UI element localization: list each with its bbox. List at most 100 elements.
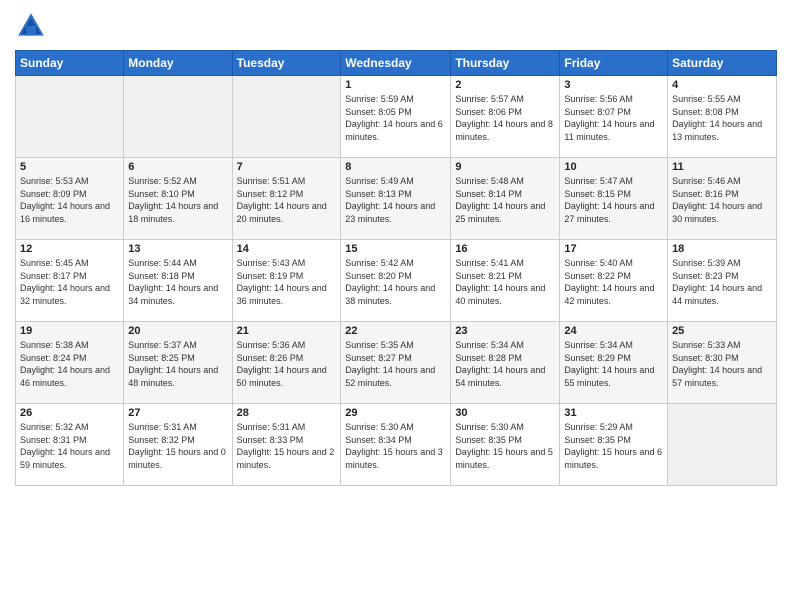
calendar-cell: 17 Sunrise: 5:40 AMSunset: 8:22 PMDayligh… — [560, 240, 668, 322]
day-number: 28 — [237, 407, 337, 419]
calendar-cell: 7 Sunrise: 5:51 AMSunset: 8:12 PMDaylight… — [232, 158, 341, 240]
calendar-cell: 25 Sunrise: 5:33 AMSunset: 8:30 PMDayligh… — [668, 322, 777, 404]
day-info: Sunrise: 5:43 AMSunset: 8:19 PMDaylight:… — [237, 257, 337, 307]
calendar-cell: 5Sunrise: 5:53 AMSunset: 8:09 PMDaylight… — [16, 158, 124, 240]
calendar-cell: 30 Sunrise: 5:30 AMSunset: 8:35 PMDayligh… — [451, 404, 560, 486]
day-number: 19 — [20, 325, 119, 337]
day-number: 31 — [564, 407, 663, 419]
page: SundayMondayTuesdayWednesdayThursdayFrid… — [0, 0, 792, 612]
day-number: 24 — [564, 325, 663, 337]
calendar-week: 19Sunrise: 5:38 AMSunset: 8:24 PMDayligh… — [16, 322, 777, 404]
day-info: Sunrise: 5:34 AMSunset: 8:29 PMDaylight:… — [564, 339, 663, 389]
day-number: 30 — [455, 407, 555, 419]
calendar-cell: 18 Sunrise: 5:39 AMSunset: 8:23 PMDayligh… — [668, 240, 777, 322]
day-info: Sunrise: 5:46 AMSunset: 8:16 PMDaylight:… — [672, 175, 772, 225]
day-number: 7 — [237, 161, 337, 173]
header-row: SundayMondayTuesdayWednesdayThursdayFrid… — [16, 51, 777, 76]
calendar-cell: 27 Sunrise: 5:31 AMSunset: 8:32 PMDayligh… — [124, 404, 232, 486]
calendar-cell — [668, 404, 777, 486]
calendar-cell: 13 Sunrise: 5:44 AMSunset: 8:18 PMDayligh… — [124, 240, 232, 322]
day-info: Sunrise: 5:42 AMSunset: 8:20 PMDaylight:… — [345, 257, 446, 307]
day-number: 13 — [128, 243, 227, 255]
day-info: Sunrise: 5:45 AMSunset: 8:17 PMDaylight:… — [20, 257, 119, 307]
calendar-cell: 10 Sunrise: 5:47 AMSunset: 8:15 PMDayligh… — [560, 158, 668, 240]
day-info: Sunrise: 5:41 AMSunset: 8:21 PMDaylight:… — [455, 257, 555, 307]
day-info: Sunrise: 5:52 AMSunset: 8:10 PMDaylight:… — [128, 175, 227, 225]
day-info: Sunrise: 5:32 AMSunset: 8:31 PMDaylight:… — [20, 421, 119, 471]
day-number: 1 — [345, 79, 446, 91]
calendar-cell: 9 Sunrise: 5:48 AMSunset: 8:14 PMDaylight… — [451, 158, 560, 240]
header-day: Wednesday — [341, 51, 451, 76]
day-number: 18 — [672, 243, 772, 255]
calendar-cell: 20 Sunrise: 5:37 AMSunset: 8:25 PMDayligh… — [124, 322, 232, 404]
calendar-cell: 26Sunrise: 5:32 AMSunset: 8:31 PMDayligh… — [16, 404, 124, 486]
calendar-cell: 3Sunrise: 5:56 AMSunset: 8:07 PMDaylight… — [560, 76, 668, 158]
day-number: 17 — [564, 243, 663, 255]
calendar-cell: 15 Sunrise: 5:42 AMSunset: 8:20 PMDayligh… — [341, 240, 451, 322]
day-number: 2 — [455, 79, 555, 91]
calendar-cell: 22Sunrise: 5:35 AMSunset: 8:27 PMDayligh… — [341, 322, 451, 404]
day-number: 23 — [455, 325, 555, 337]
logo-icon — [15, 10, 47, 42]
day-info: Sunrise: 5:31 AMSunset: 8:32 PMDaylight:… — [128, 421, 227, 471]
calendar-cell: 2 Sunrise: 5:57 AMSunset: 8:06 PMDaylight… — [451, 76, 560, 158]
header-day: Sunday — [16, 51, 124, 76]
day-number: 27 — [128, 407, 227, 419]
day-info: Sunrise: 5:30 AMSunset: 8:35 PMDaylight:… — [455, 421, 555, 471]
calendar-cell: 28Sunrise: 5:31 AMSunset: 8:33 PMDayligh… — [232, 404, 341, 486]
day-info: Sunrise: 5:33 AMSunset: 8:30 PMDaylight:… — [672, 339, 772, 389]
calendar-cell: 14 Sunrise: 5:43 AMSunset: 8:19 PMDayligh… — [232, 240, 341, 322]
day-number: 4 — [672, 79, 772, 91]
day-info: Sunrise: 5:34 AMSunset: 8:28 PMDaylight:… — [455, 339, 555, 389]
day-number: 14 — [237, 243, 337, 255]
day-number: 29 — [345, 407, 446, 419]
calendar-body: 1 Sunrise: 5:59 AMSunset: 8:05 PMDaylight… — [16, 76, 777, 486]
day-info: Sunrise: 5:35 AMSunset: 8:27 PMDaylight:… — [345, 339, 446, 389]
calendar-cell: 19Sunrise: 5:38 AMSunset: 8:24 PMDayligh… — [16, 322, 124, 404]
header-day: Tuesday — [232, 51, 341, 76]
header-day: Thursday — [451, 51, 560, 76]
day-number: 20 — [128, 325, 227, 337]
day-number: 16 — [455, 243, 555, 255]
calendar-cell: 24 Sunrise: 5:34 AMSunset: 8:29 PMDayligh… — [560, 322, 668, 404]
day-number: 12 — [20, 243, 119, 255]
day-info: Sunrise: 5:49 AMSunset: 8:13 PMDaylight:… — [345, 175, 446, 225]
calendar-cell: 8Sunrise: 5:49 AMSunset: 8:13 PMDaylight… — [341, 158, 451, 240]
day-info: Sunrise: 5:59 AMSunset: 8:05 PMDaylight:… — [345, 93, 446, 143]
day-number: 6 — [128, 161, 227, 173]
day-number: 25 — [672, 325, 772, 337]
day-number: 15 — [345, 243, 446, 255]
day-info: Sunrise: 5:37 AMSunset: 8:25 PMDaylight:… — [128, 339, 227, 389]
day-info: Sunrise: 5:29 AMSunset: 8:35 PMDaylight:… — [564, 421, 663, 471]
day-info: Sunrise: 5:47 AMSunset: 8:15 PMDaylight:… — [564, 175, 663, 225]
day-number: 10 — [564, 161, 663, 173]
calendar-cell: 29 Sunrise: 5:30 AMSunset: 8:34 PMDayligh… — [341, 404, 451, 486]
header-day: Monday — [124, 51, 232, 76]
calendar-cell: 23 Sunrise: 5:34 AMSunset: 8:28 PMDayligh… — [451, 322, 560, 404]
logo — [15, 10, 51, 42]
calendar-cell: 4 Sunrise: 5:55 AMSunset: 8:08 PMDaylight… — [668, 76, 777, 158]
day-info: Sunrise: 5:48 AMSunset: 8:14 PMDaylight:… — [455, 175, 555, 225]
calendar-cell: 31 Sunrise: 5:29 AMSunset: 8:35 PMDayligh… — [560, 404, 668, 486]
header-day: Friday — [560, 51, 668, 76]
day-number: 21 — [237, 325, 337, 337]
calendar-cell: 1 Sunrise: 5:59 AMSunset: 8:05 PMDaylight… — [341, 76, 451, 158]
day-info: Sunrise: 5:55 AMSunset: 8:08 PMDaylight:… — [672, 93, 772, 143]
header-day: Saturday — [668, 51, 777, 76]
day-info: Sunrise: 5:30 AMSunset: 8:34 PMDaylight:… — [345, 421, 446, 471]
calendar-header: SundayMondayTuesdayWednesdayThursdayFrid… — [16, 51, 777, 76]
calendar-cell — [124, 76, 232, 158]
calendar-cell — [16, 76, 124, 158]
day-info: Sunrise: 5:51 AMSunset: 8:12 PMDaylight:… — [237, 175, 337, 225]
day-number: 9 — [455, 161, 555, 173]
day-info: Sunrise: 5:44 AMSunset: 8:18 PMDaylight:… — [128, 257, 227, 307]
calendar-cell: 11Sunrise: 5:46 AMSunset: 8:16 PMDayligh… — [668, 158, 777, 240]
day-number: 5 — [20, 161, 119, 173]
day-info: Sunrise: 5:39 AMSunset: 8:23 PMDaylight:… — [672, 257, 772, 307]
day-info: Sunrise: 5:40 AMSunset: 8:22 PMDaylight:… — [564, 257, 663, 307]
calendar-week: 12 Sunrise: 5:45 AMSunset: 8:17 PMDayligh… — [16, 240, 777, 322]
day-number: 3 — [564, 79, 663, 91]
day-info: Sunrise: 5:57 AMSunset: 8:06 PMDaylight:… — [455, 93, 555, 143]
calendar-cell: 6 Sunrise: 5:52 AMSunset: 8:10 PMDaylight… — [124, 158, 232, 240]
day-info: Sunrise: 5:36 AMSunset: 8:26 PMDaylight:… — [237, 339, 337, 389]
